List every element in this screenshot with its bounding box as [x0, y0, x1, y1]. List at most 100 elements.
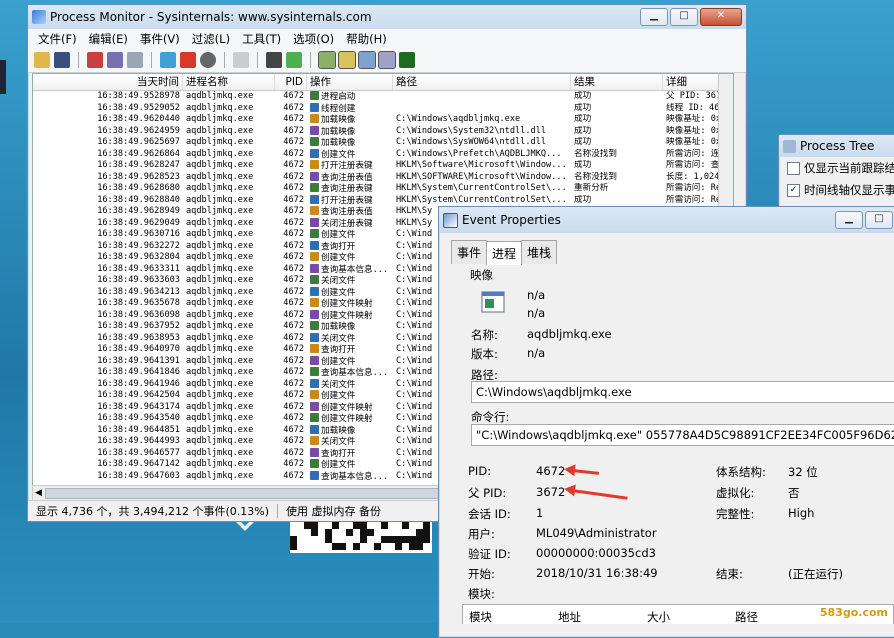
table-row[interactable]: 16:38:49.9628680 aqdbljmkq.exe 4672 查询注册表键 H…: [33, 183, 733, 195]
table-row[interactable]: 16:38:49.9628840 aqdbljmkq.exe 4672 打开注册表键 H…: [33, 194, 733, 207]
table-cell: 加载映像: [307, 321, 393, 333]
process-image-icon: [481, 291, 505, 313]
ep-maximize-button[interactable]: □: [865, 211, 893, 229]
table-cell: HKLM\Software\Microsoft\Window...: [396, 160, 567, 170]
table-row[interactable]: 16:38:49.9626864 aqdbljmkq.exe 4672 创建文件 C:\…: [33, 148, 733, 161]
grid-header: 当天时间 进程名称 PID 操作 路径 结果 详细: [33, 74, 733, 91]
menu-tools[interactable]: 工具(T): [236, 31, 287, 47]
pid-value: 4672: [536, 464, 566, 478]
minimize-button[interactable]: ▁: [640, 8, 668, 26]
path-field[interactable]: C:\Windows\aqdbljmkq.exe: [471, 381, 894, 403]
col-time[interactable]: 当天时间: [33, 74, 183, 90]
operation-icon: [310, 91, 319, 100]
table-cell: 16:38:49.9620440: [97, 114, 180, 124]
col-path[interactable]: 路径: [393, 74, 571, 90]
tab-process[interactable]: 进程: [486, 241, 523, 265]
virtualization-label: 虚拟化:: [716, 486, 755, 500]
registry-activity-icon[interactable]: [318, 51, 336, 69]
menu-filter[interactable]: 过滤(L): [186, 31, 236, 47]
process-tree-titlebar[interactable]: Process Tree: [779, 135, 894, 157]
jump-icon[interactable]: [286, 52, 302, 68]
name-label: 名称:: [471, 328, 498, 342]
close-button[interactable]: ✕: [700, 8, 742, 26]
table-cell: 4672: [283, 275, 304, 285]
table-row[interactable]: 16:38:49.9620440 aqdbljmkq.exe 4672 加载映像 C:\…: [33, 114, 733, 126]
table-cell: 创建文件: [307, 229, 393, 241]
col-pid[interactable]: PID: [275, 74, 307, 90]
process-monitor-titlebar[interactable]: Process Monitor - Sysinternals: www.sysi…: [28, 5, 746, 29]
table-cell: C:\Windows\aqdbljmkq.exe: [396, 114, 521, 124]
table-row[interactable]: 16:38:49.9624959 aqdbljmkq.exe 4672 加载映像 C:\…: [33, 125, 733, 138]
table-cell: 4672: [283, 229, 304, 239]
save-icon[interactable]: [54, 52, 70, 68]
table-cell: 16:38:49.9628523: [97, 171, 180, 182]
menu-file[interactable]: 文件(F): [32, 31, 83, 47]
operation-text: 加载映像: [321, 126, 356, 137]
menu-edit[interactable]: 编辑(E): [83, 31, 134, 47]
table-cell: 名称没找到: [574, 148, 617, 159]
operation-text: 查询基本信息...: [321, 368, 389, 378]
user-label: 用户:: [468, 527, 495, 541]
table-row[interactable]: 16:38:49.9628247 aqdbljmkq.exe 4672 打开注册表键 H…: [33, 160, 733, 172]
command-line-field[interactable]: "C:\Windows\aqdbljmkq.exe" 055778A4D5C98…: [471, 424, 894, 446]
operation-icon: [310, 378, 319, 388]
table-cell: aqdbljmkq.exe: [186, 459, 254, 469]
event-properties-titlebar[interactable]: Event Properties ▁ □: [439, 207, 894, 233]
clear-icon[interactable]: [127, 52, 143, 68]
network-activity-icon[interactable]: [358, 51, 376, 69]
filter-icon[interactable]: [160, 52, 176, 68]
checkbox-box-checked[interactable]: ✓: [787, 183, 800, 197]
tab-event[interactable]: 事件: [451, 240, 488, 264]
table-cell: 4672: [283, 125, 304, 136]
col-operation[interactable]: 操作: [307, 74, 393, 90]
menu-event[interactable]: 事件(V): [134, 31, 186, 47]
only-current-trace-checkbox[interactable]: 仅显示当前跟踪结: [779, 157, 894, 179]
target-icon[interactable]: [200, 52, 216, 68]
operation-icon: [310, 401, 319, 411]
table-cell: 4672: [283, 447, 304, 458]
version-value: n/a: [527, 346, 546, 360]
table-row[interactable]: 16:38:49.9529052 aqdbljmkq.exe 4672 线程创建 成功线…: [33, 102, 733, 115]
checkbox-box[interactable]: [787, 161, 800, 175]
operation-icon: [310, 263, 319, 273]
table-cell: 4672: [283, 137, 304, 147]
profiling-icon[interactable]: [399, 52, 415, 68]
operation-text: 关闭文件: [321, 333, 356, 344]
process-tree-icon[interactable]: [233, 52, 249, 68]
maximize-button[interactable]: □: [670, 8, 698, 26]
open-folder-icon[interactable]: [34, 52, 50, 68]
operation-icon: [310, 344, 319, 353]
col-process-name[interactable]: 进程名称: [183, 74, 275, 90]
capture-icon[interactable]: [87, 52, 103, 68]
scroll-left-icon[interactable]: ◀: [35, 486, 42, 500]
table-row[interactable]: 16:38:49.9628523 aqdbljmkq.exe 4672 查询注册表值 H…: [33, 171, 733, 184]
table-cell: 16:38:49.9529052: [97, 102, 180, 113]
ep-minimize-button[interactable]: ▁: [835, 211, 863, 229]
table-cell: 16:38:49.9634213: [97, 286, 180, 297]
menu-help[interactable]: 帮助(H): [340, 31, 393, 47]
menu-options[interactable]: 选项(O): [287, 31, 340, 47]
desktop-icon[interactable]: [0, 60, 6, 94]
operation-text: 关闭文件: [321, 437, 356, 447]
highlight-icon[interactable]: [180, 52, 196, 68]
col-result[interactable]: 结果: [571, 74, 663, 90]
table-row[interactable]: 16:38:49.9528978 aqdbljmkq.exe 4672 进程启动 成功父…: [33, 91, 733, 103]
tab-stack[interactable]: 堆栈: [521, 240, 558, 264]
process-activity-icon[interactable]: [378, 51, 396, 69]
timeline-checkbox[interactable]: ✓ 时间线轴仅显示事: [779, 179, 894, 201]
table-cell: 16:38:49.9629049: [97, 217, 180, 228]
modules-label: 模块:: [468, 587, 495, 601]
operation-icon: [310, 390, 319, 399]
operation-text: 创建文件: [321, 391, 356, 401]
table-cell: 关闭注册表键: [307, 217, 393, 230]
file-activity-icon[interactable]: [338, 51, 356, 69]
table-row[interactable]: 16:38:49.9625697 aqdbljmkq.exe 4672 加载映像 C:\…: [33, 137, 733, 149]
table-cell: 16:38:49.9628949: [97, 206, 180, 216]
table-cell: 加载映像: [307, 137, 393, 149]
table-cell: 创建文件: [307, 459, 393, 471]
table-cell: aqdbljmkq.exe: [186, 240, 254, 251]
find-icon[interactable]: [266, 52, 282, 68]
autoscroll-icon[interactable]: [107, 52, 123, 68]
integrity-label: 完整性:: [716, 507, 755, 521]
table-cell: 16:38:49.9633603: [97, 275, 180, 285]
